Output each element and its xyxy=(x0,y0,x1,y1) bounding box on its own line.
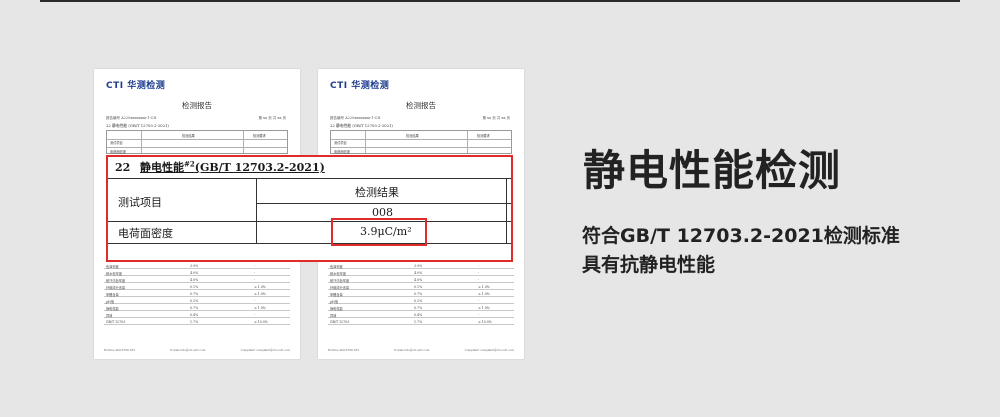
report-rows: 色泽牢度 3.9% - 耐水色牢度 4.0% - 耐汗渍色牢度 4.0% - 纤维成分含量 0… xyxy=(328,262,514,325)
report-rows: 色泽牢度 3.9% - 耐水色牢度 4.0% - 耐汗渍色牢度 4.0% - 纤维成分含量 0… xyxy=(104,262,290,325)
table-row: 异味 0.4% - xyxy=(328,311,514,318)
col-test-item: 测试项目 xyxy=(118,196,162,209)
footer-hotline: Hotline 400-6788-333 xyxy=(328,348,360,352)
report-number: 报告编号 A220xxxxxxxx-1-CH xyxy=(106,116,157,120)
description-line-2: 具有抗静电性能 xyxy=(582,254,716,276)
description-line-1: 符合GB/T 12703.2-2021检测标准 xyxy=(582,225,900,247)
item-footnote: #2 xyxy=(184,159,195,169)
page-number: 第 xx 页 共 xx 页 xyxy=(482,116,510,120)
table-row: 色泽牢度 3.9% - xyxy=(328,262,514,269)
grid-head-item: 测试项目 xyxy=(334,141,347,145)
report-footer: Hotline 400-6788-333 E-mail info@cti-cer… xyxy=(104,348,290,352)
result-grid: 测试项目 检测结果 检测要求 电荷面密度 xyxy=(106,130,288,154)
col-test-result: 检测结果 xyxy=(355,186,399,199)
grid-head-result: 检测结果 xyxy=(182,134,195,138)
table-row: 异味 0.4% - xyxy=(104,311,290,318)
item-standard: (GB/T 12703.2-2021) xyxy=(194,161,325,174)
grid-head-result: 检测结果 xyxy=(406,134,419,138)
table-row: 耐水色牢度 4.0% - xyxy=(104,269,290,276)
table-row: 纤维成分含量 0.1% ≤ 1.0% xyxy=(328,283,514,290)
footer-hotline: Hotline 400-6788-333 xyxy=(104,348,136,352)
report-title: 检测报告 xyxy=(406,101,436,110)
item-title: 静电性能 xyxy=(140,161,184,174)
footer-complaint: Complaint complaint@cti-cert.com xyxy=(464,348,514,352)
logo-cn: 华测检测 xyxy=(127,81,166,91)
top-divider xyxy=(40,0,960,2)
report-footer: Hotline 400-6788-333 E-mail info@cti-cer… xyxy=(328,348,514,352)
grid-head-req: 检测要求 xyxy=(253,134,266,138)
section-line: 22 静电性能 (GB/T 12703.2-2021) xyxy=(106,123,169,128)
table-row: pH值 0.2% - xyxy=(328,297,514,304)
excerpt-heading: 22 静电性能#2(GB/T 12703.2-2021) xyxy=(115,159,325,175)
logo-cn: 华测检测 xyxy=(351,81,390,91)
table-row: GB/T 12703 1.7% ≤ 10.0% xyxy=(328,318,514,325)
report-title: 检测报告 xyxy=(182,101,212,110)
table-row: 耐汗渍色牢度 4.0% - xyxy=(328,276,514,283)
table-row: 耐水色牢度 4.0% - xyxy=(328,269,514,276)
row-charge-density: 电荷面密度 xyxy=(118,227,173,240)
grid-head-item: 测试项目 xyxy=(110,141,123,145)
report-number: 报告编号 A220xxxxxxxx-1-CH xyxy=(330,116,381,120)
footer-email: E-mail info@cti-cert.com xyxy=(170,348,206,352)
cti-logo: CTI 华测检测 xyxy=(330,78,389,91)
table-row: 静电性能 0.7% ≤ 1.0% xyxy=(104,304,290,311)
description: 符合GB/T 12703.2-2021检测标准 具有抗静电性能 xyxy=(582,222,972,280)
table-row: 色泽牢度 3.9% - xyxy=(104,262,290,269)
table-row: 静电性能 0.7% ≤ 1.0% xyxy=(328,304,514,311)
table-row: 甲醛含量 0.7% ≤ 1.0% xyxy=(328,290,514,297)
magnified-excerpt: 22 静电性能#2(GB/T 12703.2-2021) 测试项目 检测结果 00… xyxy=(106,155,513,262)
logo-latin: CTI xyxy=(330,81,348,91)
table-row: 纤维成分含量 0.1% ≤ 1.0% xyxy=(104,283,290,290)
section-line: 22 静电性能 (GB/T 12703.2-2021) xyxy=(330,123,393,128)
table-row: GB/T 12703 1.7% ≤ 10.0% xyxy=(104,318,290,325)
footer-complaint: Complaint complaint@cti-cert.com xyxy=(240,348,290,352)
grid-row-label: 电荷面密度 xyxy=(110,150,126,154)
grid-head-req: 检测要求 xyxy=(477,134,490,138)
footer-email: E-mail info@cti-cert.com xyxy=(394,348,430,352)
logo-latin: CTI xyxy=(106,81,124,91)
result-grid: 测试项目 检测结果 检测要求 电荷面密度 xyxy=(330,130,512,154)
grid-row-label: 电荷面密度 xyxy=(334,150,350,154)
page-number: 第 xx 页 共 xx 页 xyxy=(258,116,286,120)
table-row: 甲醛含量 0.7% ≤ 1.0% xyxy=(104,290,290,297)
page-title: 静电性能检测 xyxy=(583,146,842,195)
table-row: 耐汗渍色牢度 4.0% - xyxy=(104,276,290,283)
value-highlight-box xyxy=(331,218,427,246)
table-row: pH值 0.2% - xyxy=(104,297,290,304)
cti-logo: CTI 华测检测 xyxy=(106,78,165,91)
item-number: 22 xyxy=(115,161,131,174)
